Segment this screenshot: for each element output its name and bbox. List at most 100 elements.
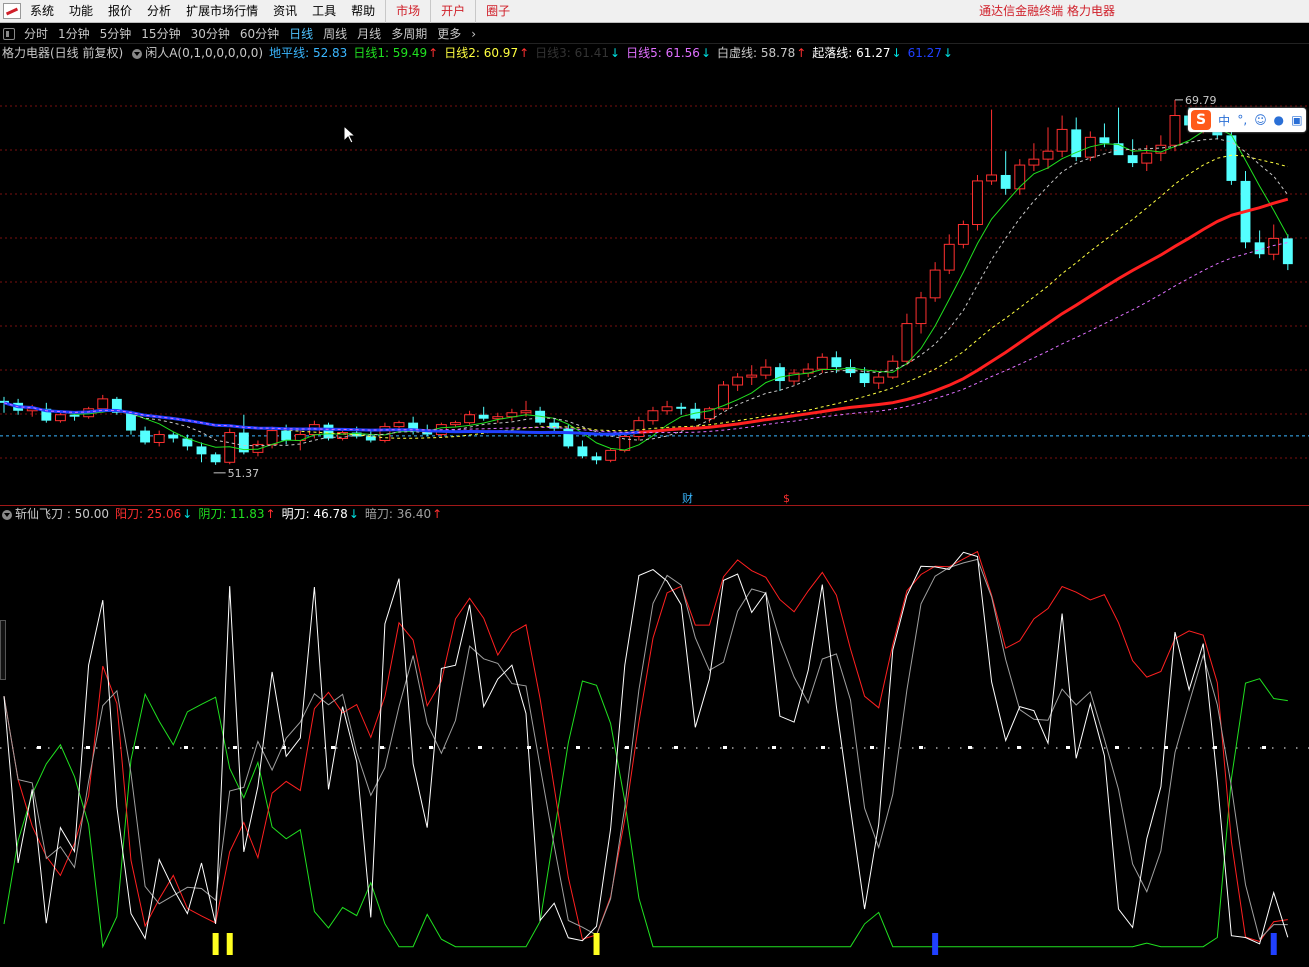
menu-ext-market[interactable]: 扩展市场行情 [181,0,268,23]
ime-skin-icon[interactable]: ▣ [1288,113,1306,127]
candle [633,416,645,441]
level-dot-small [804,747,806,749]
menu-system[interactable]: 系统 [25,0,64,23]
level-dot-small [552,747,554,749]
menu-analysis[interactable]: 分析 [142,0,181,23]
ime-mode[interactable]: 中 [1215,112,1233,129]
period-15min[interactable]: 15分钟 [136,24,185,44]
period-monthly[interactable]: 月线 [352,24,386,44]
candle-body [1099,137,1110,144]
period-1min[interactable]: 1分钟 [53,24,95,44]
menu-news[interactable]: 资讯 [268,0,307,23]
candle [549,418,560,433]
candle [1226,131,1237,185]
level-dot-small [72,747,74,749]
level-dot-small [108,747,110,749]
indicator-menu-icon[interactable] [132,48,143,59]
period-multi[interactable]: 多周期 [386,24,432,44]
candle [690,402,701,421]
candle [676,402,687,415]
menu-tools[interactable]: 工具 [307,0,346,23]
level-dot [870,746,874,749]
candle [41,402,52,423]
level-dot-small [924,747,926,749]
level-dot-small [36,747,38,749]
oscillator-chart[interactable] [0,523,1309,967]
candle-body [153,434,165,443]
candle [379,422,391,443]
level-dot-small [1212,747,1214,749]
level-dot-small [396,747,398,749]
period-5min[interactable]: 5分钟 [95,24,137,44]
candle [915,291,927,334]
main-legend-item-arrow-6-down-icon: ↓ [891,46,902,60]
level-dot-small [360,747,362,749]
signal-bar [226,933,233,955]
menu-help[interactable]: 帮助 [346,0,385,23]
level-dot-small [1188,747,1190,749]
candle-body [1071,129,1082,158]
period-weekly[interactable]: 周线 [318,24,352,44]
period-30min[interactable]: 30分钟 [186,24,235,44]
mouse-cursor-icon [343,125,357,144]
ime-toolbar[interactable]: S 中 °, ☺ ● ▣ [1188,108,1306,132]
candle-body [873,376,885,384]
candle-body [266,430,278,445]
ime-punct-icon[interactable]: °, [1233,113,1251,127]
candle [802,363,814,378]
candle-body [323,424,334,439]
ime-logo-icon[interactable]: S [1191,110,1212,130]
ime-mic-icon[interactable]: ● [1270,113,1288,127]
level-dot-small [288,747,290,749]
candle-body [676,406,687,409]
period-intraday[interactable]: 分时 [19,24,53,44]
candle-body [859,373,870,384]
level-dot [723,746,727,749]
level-dot [1262,746,1266,749]
level-dot-small [588,747,590,749]
ime-emoji-icon[interactable]: ☺ [1251,113,1269,127]
period-daily[interactable]: 日线 [284,24,318,44]
finance-mark: 财 [682,491,693,505]
menu-open-account[interactable]: 开户 [430,0,475,23]
ma-line-1 [3,127,1289,451]
sub-indicator-menu-icon[interactable] [2,509,12,520]
left-scroll-handle[interactable] [0,620,6,680]
menu-market[interactable]: 市场 [385,0,430,23]
panel-toggle-icon[interactable] [3,27,15,40]
level-dot-small [1248,747,1250,749]
menu-circle[interactable]: 圈子 [475,0,520,23]
level-dot-small [252,747,254,749]
ma-line-2 [3,154,1288,439]
window-title: 通达信金融终端 格力电器 [979,4,1115,18]
main-legend-item-6: 起落线: 61.27 [812,46,891,60]
menu-function[interactable]: 功能 [64,0,103,23]
menu-quote[interactable]: 报价 [103,0,142,23]
level-dot-small [564,747,566,749]
candle [605,448,617,463]
indicator-name[interactable]: 闲人A(0,1,0,0,0,0,0) [145,45,263,62]
sub-indicator-name[interactable]: 斩仙飞刀 : 50.00 [15,506,109,523]
level-dot-small [636,747,638,749]
candle-body [478,414,489,419]
candle-body [760,366,772,376]
level-dot-small [0,747,2,749]
level-dot-small [240,747,242,749]
level-dot [37,746,41,749]
candle [196,442,207,463]
candle [1282,234,1293,271]
candle-body [887,360,899,378]
main-legend-item-5: 白虚线: 58.78 [717,46,796,60]
chevron-right-icon[interactable]: › [466,24,481,44]
level-dot-small [276,747,278,749]
main-legend-item-3: 日线3: 61.41 [535,46,610,60]
level-dot-small [984,747,986,749]
candle [1254,230,1265,259]
period-more[interactable]: 更多 [432,24,466,44]
period-60min[interactable]: 60分钟 [235,24,284,44]
candle [972,174,983,231]
candlestick-chart[interactable]: 69.79 51.37 财 $ [0,62,1309,506]
signal-bar [212,933,219,955]
candle-body [986,174,998,182]
candle-body [393,422,405,428]
